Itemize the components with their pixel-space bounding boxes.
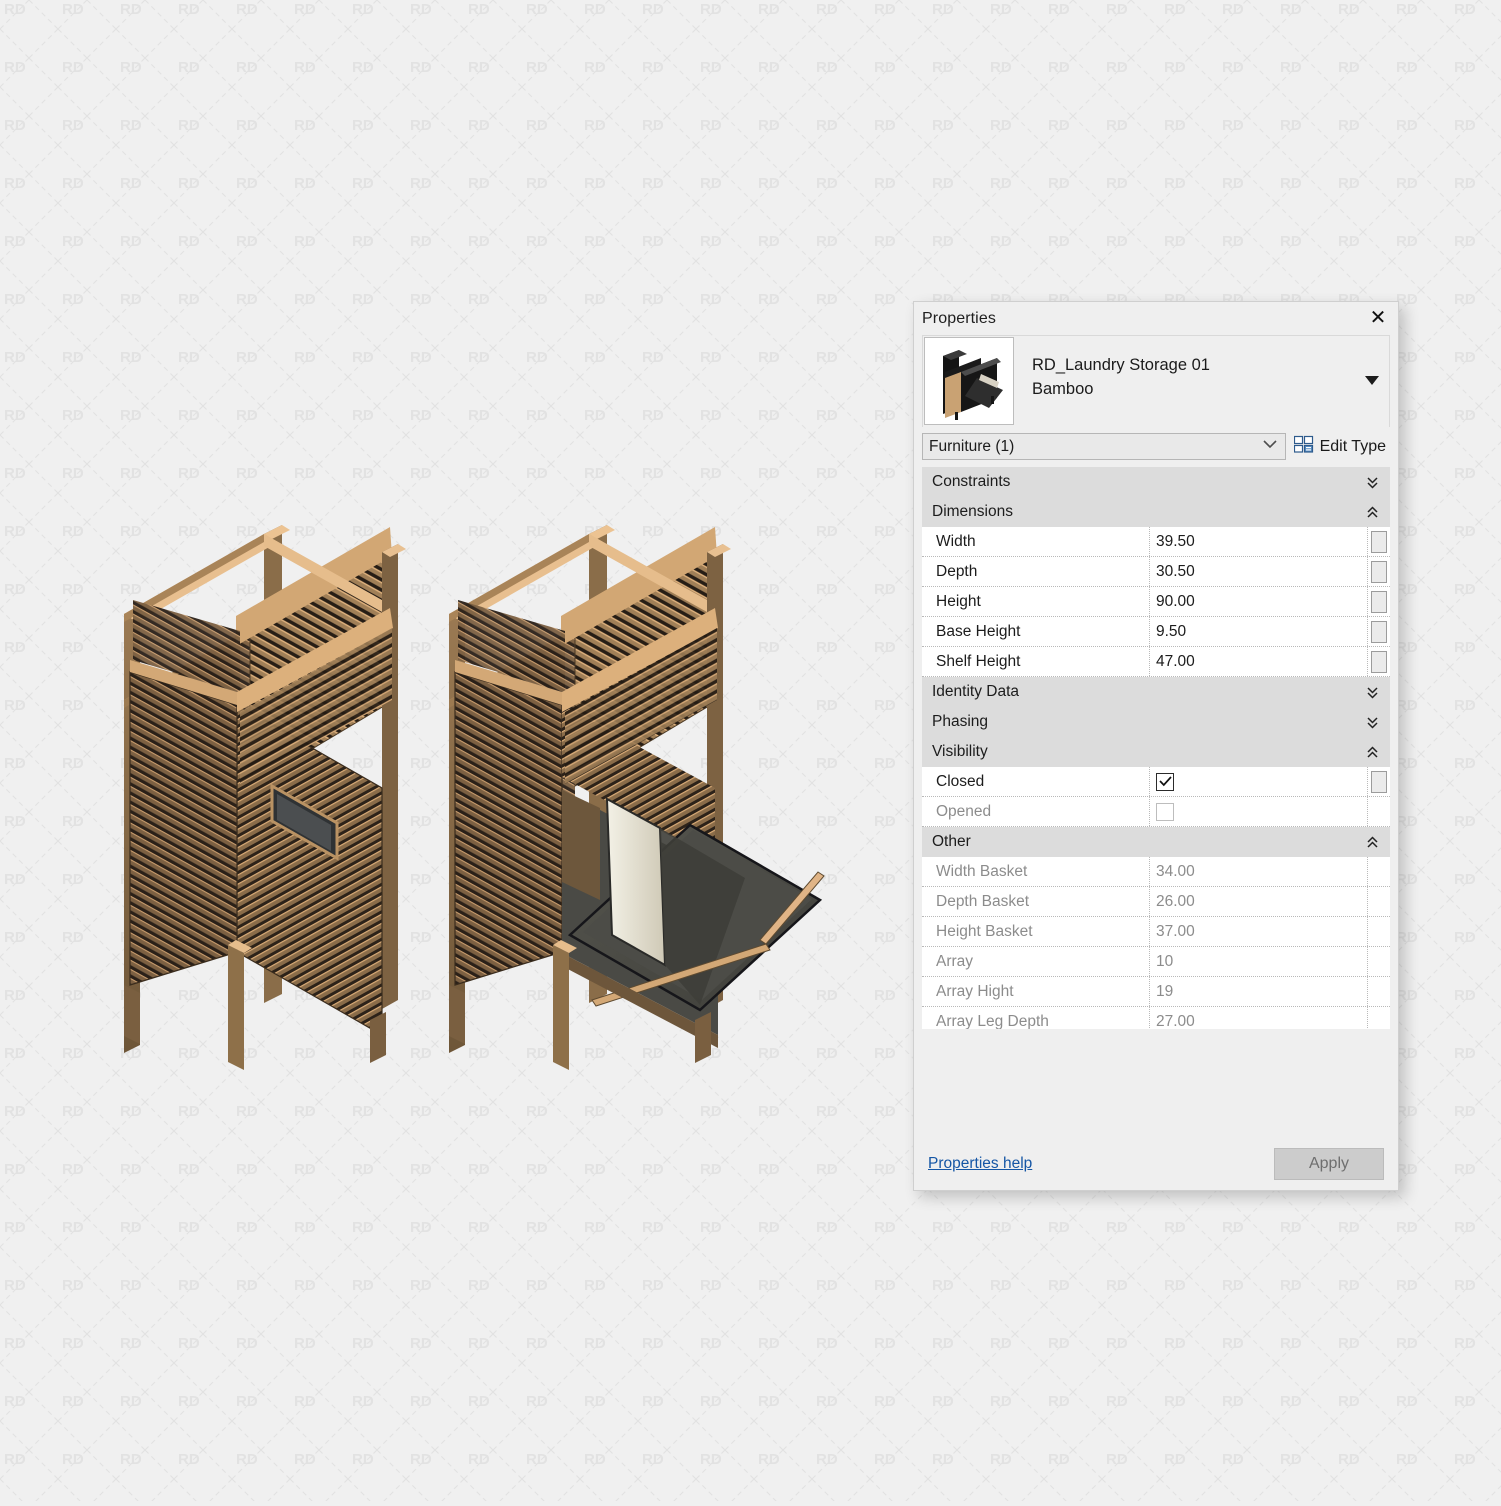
property-group-label: Constraints [932,473,1010,491]
property-row[interactable]: Depth Basket26.00 [922,887,1390,917]
property-row[interactable]: Array Leg Depth27.00 [922,1007,1390,1029]
type-name-family: RD_Laundry Storage 01 [1032,354,1355,378]
close-icon[interactable]: ✕ [1366,306,1390,330]
property-group-constraints[interactable]: Constraints [922,467,1390,497]
property-row[interactable]: Array10 [922,947,1390,977]
property-group-phasing[interactable]: Phasing [922,707,1390,737]
panel-footer: Properties help Apply [914,1138,1398,1190]
property-value-input[interactable]: 30.50 [1150,557,1368,586]
property-label: Base Height [922,617,1150,646]
property-parameter-button[interactable] [1368,917,1390,946]
property-group-visibility[interactable]: Visibility [922,737,1390,767]
property-group-label: Other [932,833,971,851]
property-group-other[interactable]: Other [922,827,1390,857]
property-row[interactable]: Shelf Height47.00 [922,647,1390,677]
property-label: Height Basket [922,917,1150,946]
chevron-expand-icon[interactable] [1367,467,1378,497]
property-parameter-button[interactable] [1368,647,1390,676]
property-parameter-button[interactable] [1368,797,1390,826]
property-row[interactable]: Depth30.50 [922,557,1390,587]
property-row[interactable]: Height Basket37.00 [922,917,1390,947]
property-row[interactable]: Height90.00 [922,587,1390,617]
property-group-identity-data[interactable]: Identity Data [922,677,1390,707]
property-label: Height [922,587,1150,616]
property-label: Width Basket [922,857,1150,886]
property-value-input[interactable]: 9.50 [1150,617,1368,646]
property-grid[interactable]: Constraints Dimensions Width39.50Depth30.5… [922,467,1390,1029]
property-label: Array Leg Depth [922,1007,1150,1029]
property-group-label: Identity Data [932,683,1019,701]
property-checkbox-cell[interactable] [1150,797,1368,826]
edit-type-icon [1294,435,1314,458]
property-value-input[interactable]: 19 [1150,977,1368,1006]
chevron-down-icon[interactable] [1263,440,1277,449]
property-label: Array Hight [922,977,1150,1006]
property-row[interactable]: Base Height9.50 [922,617,1390,647]
properties-panel[interactable]: Properties ✕ RD_Laundry Storage 01 Bambo… [913,301,1399,1191]
property-value-input[interactable]: 90.00 [1150,587,1368,616]
property-parameter-button[interactable] [1368,527,1390,556]
type-name-type: Bamboo [1032,378,1355,402]
property-label: Width [922,527,1150,556]
property-parameter-button[interactable] [1368,617,1390,646]
checkbox-unchecked-icon[interactable] [1156,803,1174,821]
property-label: Array [922,947,1150,976]
property-parameter-button[interactable] [1368,887,1390,916]
property-parameter-button[interactable] [1368,557,1390,586]
property-row[interactable]: Array Hight19 [922,977,1390,1007]
property-label: Depth Basket [922,887,1150,916]
chevron-expand-icon[interactable] [1367,707,1378,737]
property-value-input[interactable]: 27.00 [1150,1007,1368,1029]
property-parameter-button[interactable] [1368,977,1390,1006]
chevron-collapse-icon[interactable] [1367,737,1378,767]
family-category-select[interactable]: Furniture (1) [922,433,1286,460]
property-value-input[interactable]: 10 [1150,947,1368,976]
apply-button[interactable]: Apply [1274,1148,1384,1180]
panel-titlebar: Properties ✕ [914,302,1398,335]
property-parameter-button[interactable] [1368,587,1390,616]
property-parameter-button[interactable] [1368,947,1390,976]
apply-label: Apply [1309,1155,1349,1173]
properties-help-link[interactable]: Properties help [928,1155,1032,1173]
property-group-label: Visibility [932,743,988,761]
property-parameter-button[interactable] [1368,767,1390,796]
property-group-label: Phasing [932,713,988,731]
property-value-input[interactable]: 47.00 [1150,647,1368,676]
chevron-expand-icon[interactable] [1367,677,1378,707]
property-value-input[interactable]: 26.00 [1150,887,1368,916]
property-value-input[interactable]: 39.50 [1150,527,1368,556]
chevron-collapse-icon[interactable] [1367,497,1378,527]
family-category-value: Furniture (1) [929,438,1014,456]
panel-title: Properties [922,310,996,328]
edit-type-label: Edit Type [1320,438,1386,456]
property-checkbox-cell[interactable] [1150,767,1368,796]
type-thumbnail [924,337,1014,425]
type-dropdown-icon[interactable] [1355,336,1389,424]
property-value-input[interactable]: 37.00 [1150,917,1368,946]
property-label: Depth [922,557,1150,586]
type-name: RD_Laundry Storage 01 Bamboo [1014,336,1355,402]
property-group-label: Dimensions [932,503,1013,521]
property-label: Opened [922,797,1150,826]
property-parameter-button[interactable] [1368,857,1390,886]
property-group-dimensions[interactable]: Dimensions [922,497,1390,527]
edit-type-button[interactable]: Edit Type [1294,435,1390,458]
property-row[interactable]: Width39.50 [922,527,1390,557]
type-selector-header[interactable]: RD_Laundry Storage 01 Bamboo [922,335,1390,427]
checkbox-checked-icon[interactable] [1156,773,1174,791]
family-selector-row: Furniture (1) Edit Type [922,433,1390,460]
property-label: Closed [922,767,1150,796]
property-parameter-button[interactable] [1368,1007,1390,1029]
property-row[interactable]: Width Basket34.00 [922,857,1390,887]
property-value-input[interactable]: 34.00 [1150,857,1368,886]
property-row[interactable]: Closed [922,767,1390,797]
property-label: Shelf Height [922,647,1150,676]
chevron-collapse-icon[interactable] [1367,827,1378,857]
property-row[interactable]: Opened [922,797,1390,827]
